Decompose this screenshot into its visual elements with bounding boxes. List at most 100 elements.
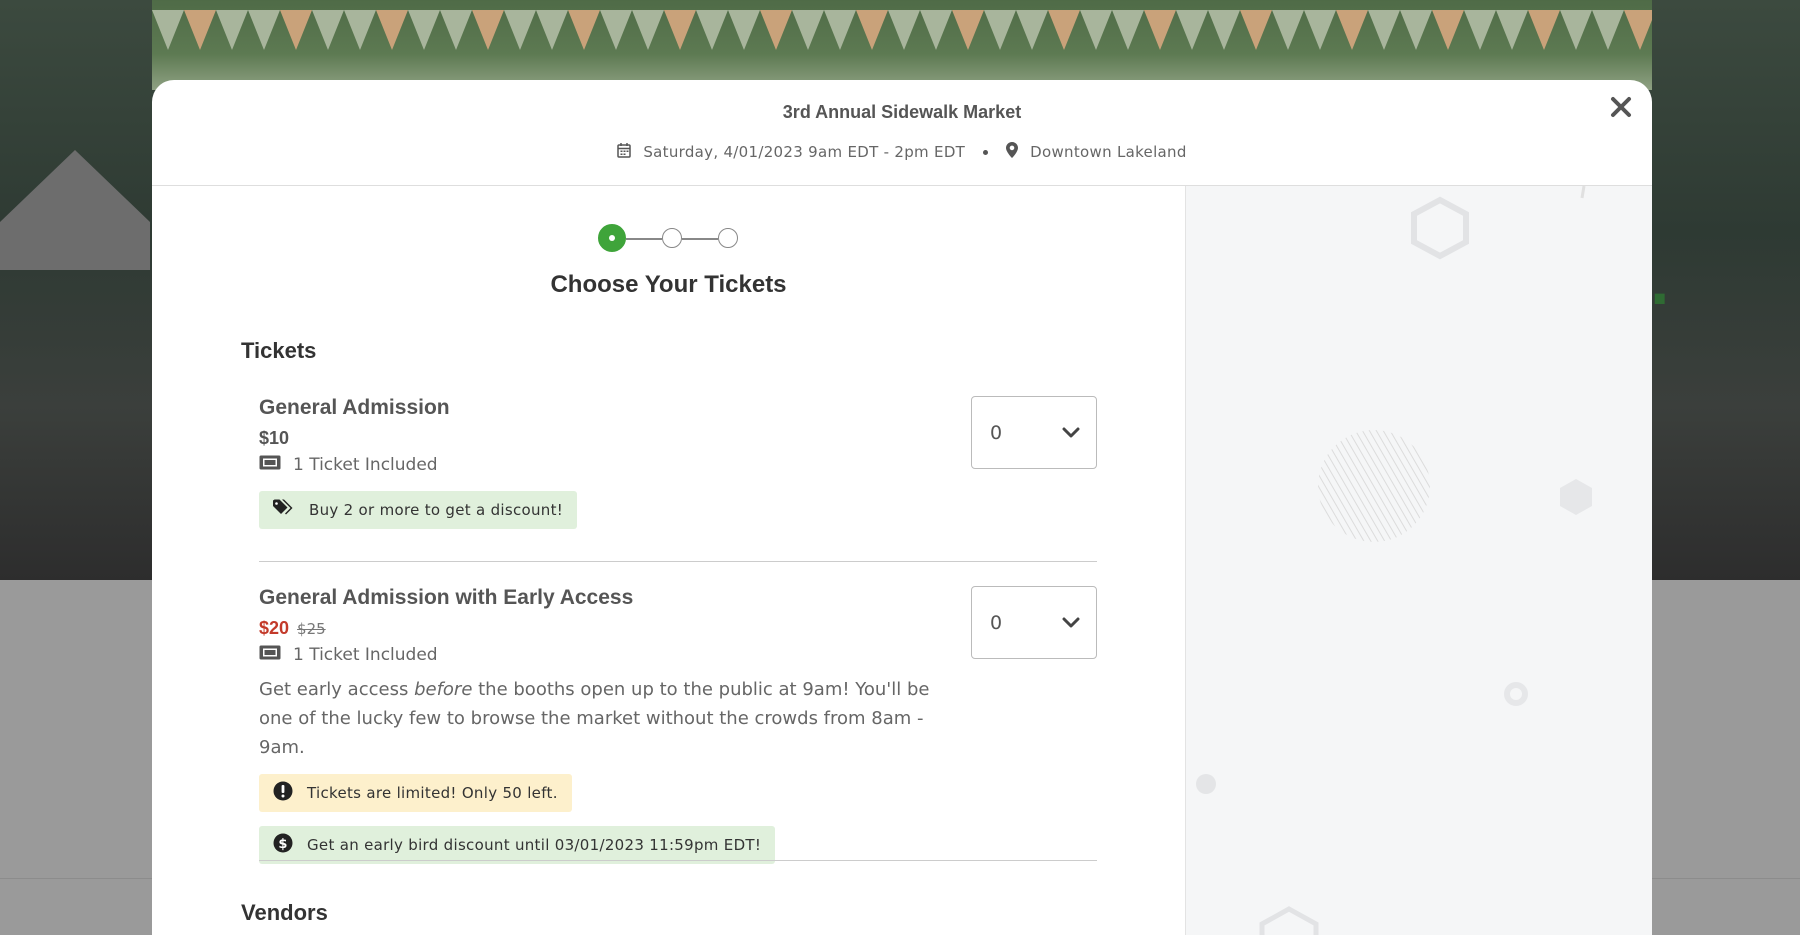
bunting-flag (1528, 10, 1560, 50)
quantity-value: 0 (990, 611, 1003, 634)
bunting-flag (152, 10, 184, 50)
quantity-value: 0 (990, 421, 1003, 444)
event-meta: Saturday, 4/01/2023 9am EDT - 2pm EDT Do… (152, 142, 1652, 162)
bunting-flag (1112, 10, 1144, 50)
ticket-original-price: $25 (297, 620, 326, 638)
map-pin-icon (1006, 142, 1019, 162)
bunting-flag (984, 10, 1016, 50)
ticket-description: Get early access before the booths open … (259, 675, 959, 762)
ticket-general-admission: General Admission $10 1 Ticket Included … (259, 396, 1097, 536)
limited-notice-text: Tickets are limited! Only 50 left. (307, 784, 558, 802)
bunting-flag (344, 10, 376, 50)
event-title: 3rd Annual Sidewalk Market (782, 102, 1022, 122)
event-location: Downtown Lakeland (1030, 143, 1187, 161)
calendar-icon (617, 142, 632, 162)
ticket-sale-price: $20 (259, 618, 290, 638)
step-2 (662, 228, 682, 248)
bunting-flag (1176, 10, 1208, 50)
chevron-down-icon (1062, 612, 1080, 634)
early-bird-badge: $ Get an early bird discount until 03/01… (259, 826, 776, 864)
bunting-flag (1464, 10, 1496, 50)
bunting-flag (1400, 10, 1432, 50)
bunting-flag (600, 10, 632, 50)
quantity-select-early-access[interactable]: 0 (971, 586, 1097, 659)
step-1-active (598, 224, 626, 252)
event-datetime: Saturday, 4/01/2023 9am EDT - 2pm EDT (643, 143, 966, 161)
tickets-section-title: Tickets (241, 338, 317, 363)
bunting-flag (1496, 10, 1528, 50)
bunting-flag (1336, 10, 1368, 50)
bunting-flag (216, 10, 248, 50)
bunting-flag (504, 10, 536, 50)
modal-header: 3rd Annual Sidewalk Market Saturday, 4/0… (152, 80, 1652, 186)
bunting-flag (1048, 10, 1080, 50)
bunting-flag (1592, 10, 1624, 50)
tags-icon (273, 499, 295, 521)
bunting-flag (280, 10, 312, 50)
ticket-early-access: General Admission with Early Access $20 … (259, 586, 1097, 864)
bunting-flag (664, 10, 696, 50)
bunting-flag (952, 10, 984, 50)
ticket-included-label: 1 Ticket Included (293, 645, 438, 665)
bunting-flag (1624, 10, 1652, 50)
step-heading: Choose Your Tickets (550, 271, 787, 298)
ticket-selection-pane: Choose Your Tickets Tickets General Admi… (152, 186, 1185, 935)
ticket-icon (259, 645, 281, 665)
bunting-flag (728, 10, 760, 50)
bunting-flag (1272, 10, 1304, 50)
bunting-flag (312, 10, 344, 50)
close-button[interactable] (1606, 94, 1636, 124)
bunting-flag (856, 10, 888, 50)
ticket-divider (259, 561, 1097, 562)
bunting-flag (888, 10, 920, 50)
ticket-divider (259, 860, 1097, 861)
bunting-flag (1080, 10, 1112, 50)
background-bunting (152, 10, 1652, 60)
progress-stepper (598, 224, 738, 254)
chevron-down-icon (1062, 422, 1080, 444)
decorative-pattern (1196, 186, 1592, 935)
bunting-flag (1432, 10, 1464, 50)
quantity-select-general-admission[interactable]: 0 (971, 396, 1097, 469)
limited-notice-badge: Tickets are limited! Only 50 left. (259, 774, 572, 812)
exclamation-icon (273, 781, 293, 805)
bunting-flag (440, 10, 472, 50)
dollar-icon: $ (273, 833, 293, 857)
bunting-flag (1208, 10, 1240, 50)
description-emphasis: before (414, 679, 473, 700)
bunting-flag (1144, 10, 1176, 50)
bunting-flag (696, 10, 728, 50)
bunting-flag (376, 10, 408, 50)
close-icon (1610, 96, 1632, 122)
decorative-side-pane (1185, 186, 1652, 935)
step-3 (718, 228, 738, 248)
bunting-flag (248, 10, 280, 50)
bunting-flag (1240, 10, 1272, 50)
bunting-flag (632, 10, 664, 50)
bunting-flag (920, 10, 952, 50)
bunting-flag (408, 10, 440, 50)
step-connector (682, 238, 718, 240)
step-connector (626, 238, 662, 240)
discount-badge-text: Buy 2 or more to get a discount! (309, 501, 564, 519)
discount-badge: Buy 2 or more to get a discount! (259, 491, 578, 529)
bunting-flag (824, 10, 856, 50)
vendors-section-title: Vendors (241, 900, 328, 925)
ticket-price: $10 (259, 428, 290, 448)
bunting-flag (184, 10, 216, 50)
early-bird-text: Get an early bird discount until 03/01/2… (307, 836, 762, 854)
description-text: Get early access (259, 679, 415, 700)
background-sign: . (1650, 241, 1670, 319)
ticket-included-label: 1 Ticket Included (293, 455, 438, 475)
bunting-flag (792, 10, 824, 50)
bunting-flag (568, 10, 600, 50)
bunting-flag (1304, 10, 1336, 50)
ticket-icon (259, 455, 281, 475)
bunting-flag (1368, 10, 1400, 50)
ticket-modal: 3rd Annual Sidewalk Market Saturday, 4/0… (152, 80, 1652, 935)
bunting-flag (1016, 10, 1048, 50)
bunting-flag (536, 10, 568, 50)
svg-text:$: $ (278, 837, 287, 852)
bunting-flag (1560, 10, 1592, 50)
bunting-flag (760, 10, 792, 50)
